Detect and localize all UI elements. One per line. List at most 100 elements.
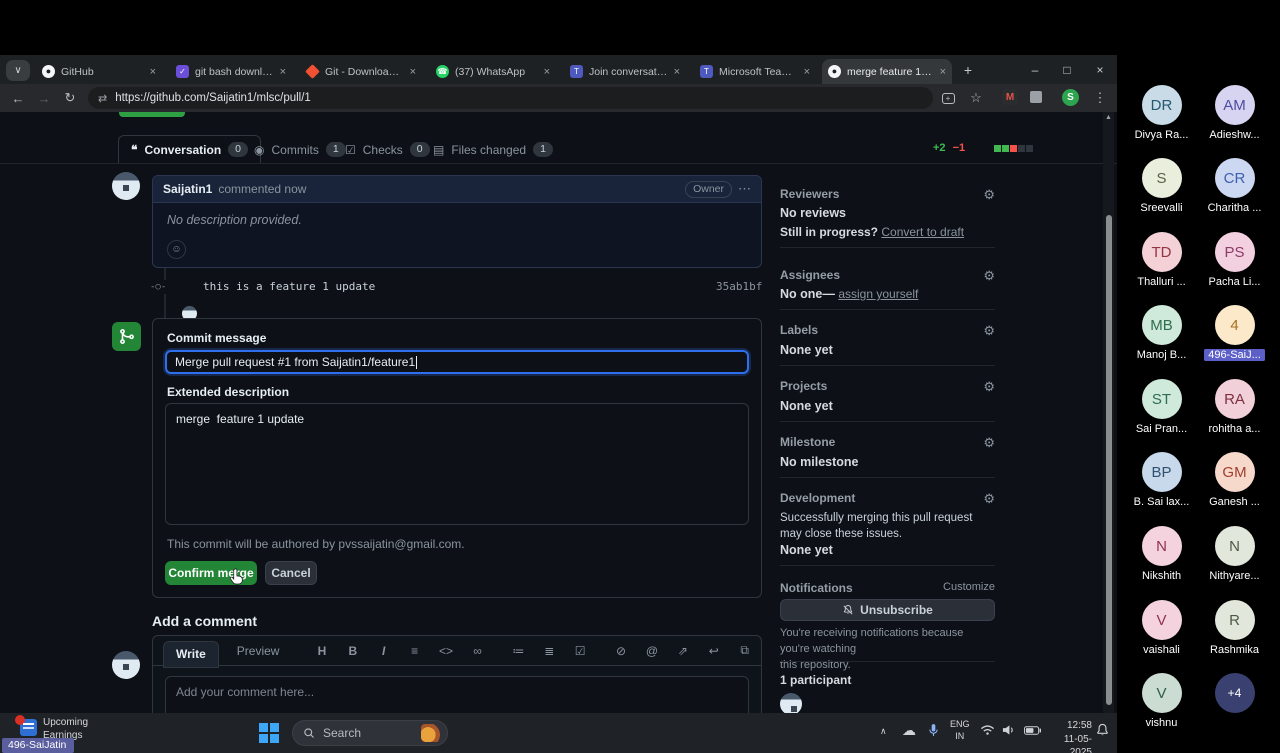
commit-message-input[interactable]: Merge pull request #1 from Saijatin1/fea… (165, 350, 749, 374)
participant-tile-presenter[interactable]: 4496-SaiJ... (1198, 305, 1271, 361)
quote-icon[interactable]: ≡ (408, 644, 421, 658)
participant-tile[interactable]: Vvishnu (1125, 673, 1198, 729)
forward-icon[interactable]: → (34, 88, 54, 108)
link-icon[interactable]: ∞ (471, 644, 484, 658)
tab-commits[interactable]: ◉ Commits 1 (254, 135, 346, 164)
participant-tile[interactable]: TDThalluri ... (1125, 232, 1198, 288)
code-icon[interactable]: <> (439, 644, 453, 658)
task-list-icon[interactable]: ☑ (574, 644, 587, 658)
heading-icon[interactable]: H (315, 644, 328, 658)
paperclip-icon[interactable]: ⊘ (615, 644, 628, 658)
tab-write[interactable]: Write (163, 641, 219, 668)
browser-tab-whatsapp[interactable]: ☎ (37) WhatsApp × (430, 59, 556, 84)
participant-tile[interactable]: MBManoj B... (1125, 305, 1198, 361)
comment-menu-icon[interactable]: ⋯ (738, 181, 751, 197)
customize-link[interactable]: Customize (943, 581, 995, 593)
emoji-reaction-button[interactable]: ☺ (167, 240, 186, 259)
search-highlight-image[interactable] (421, 724, 441, 742)
battery-icon[interactable] (1024, 726, 1041, 735)
tab-close-icon[interactable]: × (150, 66, 156, 78)
mcafee-extension-icon[interactable]: M (1002, 89, 1018, 105)
reply-icon[interactable]: ↩ (707, 644, 720, 658)
notifications-bell-icon[interactable] (1096, 723, 1109, 737)
browser-menu-icon[interactable]: ⋮ (1090, 88, 1110, 108)
gear-icon[interactable]: ⚙ (983, 435, 995, 451)
participant-overflow-tile[interactable]: +4 (1198, 673, 1271, 717)
browser-tab-gitscm[interactable]: Git - Downloading Pa × (300, 59, 422, 84)
convert-to-draft-link[interactable]: Convert to draft (881, 225, 964, 239)
address-bar[interactable]: ⇄ https://github.com/Saijatin1/mlsc/pull… (88, 87, 933, 109)
comment-textarea[interactable]: Add your comment here... (165, 676, 749, 713)
widgets-icon[interactable] (20, 719, 37, 736)
commit-sha-link[interactable]: 35ab1bf (716, 280, 762, 293)
window-minimize-button[interactable]: – (1020, 55, 1050, 84)
tab-search-chevron-icon[interactable]: ∨ (6, 60, 30, 81)
speaker-icon[interactable] (1002, 724, 1015, 736)
participant-tile[interactable]: SSreevalli (1125, 158, 1198, 214)
gear-icon[interactable]: ⚙ (983, 491, 995, 507)
site-settings-icon[interactable]: ⇄ (98, 92, 107, 105)
comment-author[interactable]: Saijatin1 (163, 182, 212, 196)
participant-tile[interactable]: CRCharitha ... (1198, 158, 1271, 214)
participant-tile[interactable]: NNikshith (1125, 526, 1198, 582)
participant-tile[interactable]: STSai Pran... (1125, 379, 1198, 435)
gear-icon[interactable]: ⚙ (983, 323, 995, 339)
bookmark-star-icon[interactable]: ☆ (966, 88, 986, 108)
window-close-button[interactable]: × (1085, 55, 1115, 84)
cross-reference-icon[interactable]: ⇗ (676, 644, 689, 658)
extended-description-textarea[interactable]: merge feature 1 update (165, 403, 749, 525)
commit-message-link[interactable]: this is a feature 1 update (203, 280, 375, 293)
tab-close-icon[interactable]: × (674, 66, 680, 78)
scrollbar-thumb[interactable] (1106, 215, 1112, 705)
scroll-up-arrow-icon[interactable]: ▲ (1103, 114, 1114, 121)
tab-files-changed[interactable]: ▤ Files changed 1 (433, 135, 553, 164)
browser-tab-join-conversation[interactable]: T Join conversation × (564, 59, 686, 84)
participant-tile[interactable]: DRDivya Ra... (1125, 85, 1198, 141)
new-tab-button[interactable]: + (956, 55, 980, 84)
participant-tile[interactable]: RRashmika (1198, 600, 1271, 656)
wifi-icon[interactable] (980, 724, 995, 736)
bold-icon[interactable]: B (346, 644, 359, 658)
avatar[interactable] (112, 651, 140, 679)
gear-icon[interactable]: ⚙ (983, 379, 995, 395)
browser-profile-avatar[interactable]: S (1062, 89, 1079, 106)
cancel-button[interactable]: Cancel (265, 561, 317, 585)
browser-tab-teams-meeting[interactable]: T Microsoft Teams me × (694, 59, 816, 84)
tab-close-icon[interactable]: × (410, 66, 416, 78)
language-indicator[interactable]: ENGIN (950, 719, 970, 742)
extensions-puzzle-icon[interactable] (1030, 91, 1042, 103)
browser-tab-gitbash[interactable]: ✓ git bash download - × (170, 59, 292, 84)
tray-chevron-icon[interactable]: ∧ (880, 726, 887, 737)
participant-avatar[interactable] (780, 693, 802, 713)
clock[interactable]: 12:58 11-05-2025 (1046, 719, 1092, 753)
participant-tile[interactable]: PSPacha Li... (1198, 232, 1271, 288)
assign-yourself-link[interactable]: assign yourself (838, 287, 918, 301)
participant-tile[interactable]: NNithyare... (1198, 526, 1271, 582)
window-maximize-button[interactable]: □ (1052, 55, 1082, 84)
browser-tab-merge-active[interactable]: ● merge feature 1 upd × (822, 59, 952, 84)
taskbar-search-box[interactable]: Search (292, 720, 448, 746)
tab-close-icon[interactable]: × (544, 66, 550, 78)
onedrive-cloud-icon[interactable]: ☁ (902, 722, 916, 739)
italic-icon[interactable]: I (377, 644, 390, 658)
avatar[interactable] (112, 172, 140, 200)
mention-icon[interactable]: @ (646, 644, 659, 658)
participant-tile[interactable]: BPB. Sai lax... (1125, 452, 1198, 508)
tab-close-icon[interactable]: × (940, 66, 946, 78)
gear-icon[interactable]: ⚙ (983, 268, 995, 284)
back-icon[interactable]: ← (8, 88, 28, 108)
tab-conversation[interactable]: ❝ Conversation 0 (118, 135, 261, 164)
start-button-icon[interactable] (259, 723, 279, 743)
url-text[interactable]: https://github.com/Saijatin1/mlsc/pull/1 (115, 92, 311, 104)
bulleted-list-icon[interactable]: ≣ (543, 644, 556, 658)
tab-checks[interactable]: ☑ Checks 0 (345, 135, 430, 164)
numbered-list-icon[interactable]: ≔ (512, 644, 525, 658)
save-to-device-icon[interactable]: + (938, 88, 958, 108)
microphone-icon[interactable] (928, 723, 939, 738)
tab-close-icon[interactable]: × (280, 66, 286, 78)
participant-tile[interactable]: RArohitha a... (1198, 379, 1271, 435)
tab-preview[interactable]: Preview (237, 644, 280, 658)
participant-tile[interactable]: Vvaishali (1125, 600, 1198, 656)
slash-command-icon[interactable]: ⧉ (738, 643, 751, 658)
participant-tile[interactable]: GMGanesh ... (1198, 452, 1271, 508)
